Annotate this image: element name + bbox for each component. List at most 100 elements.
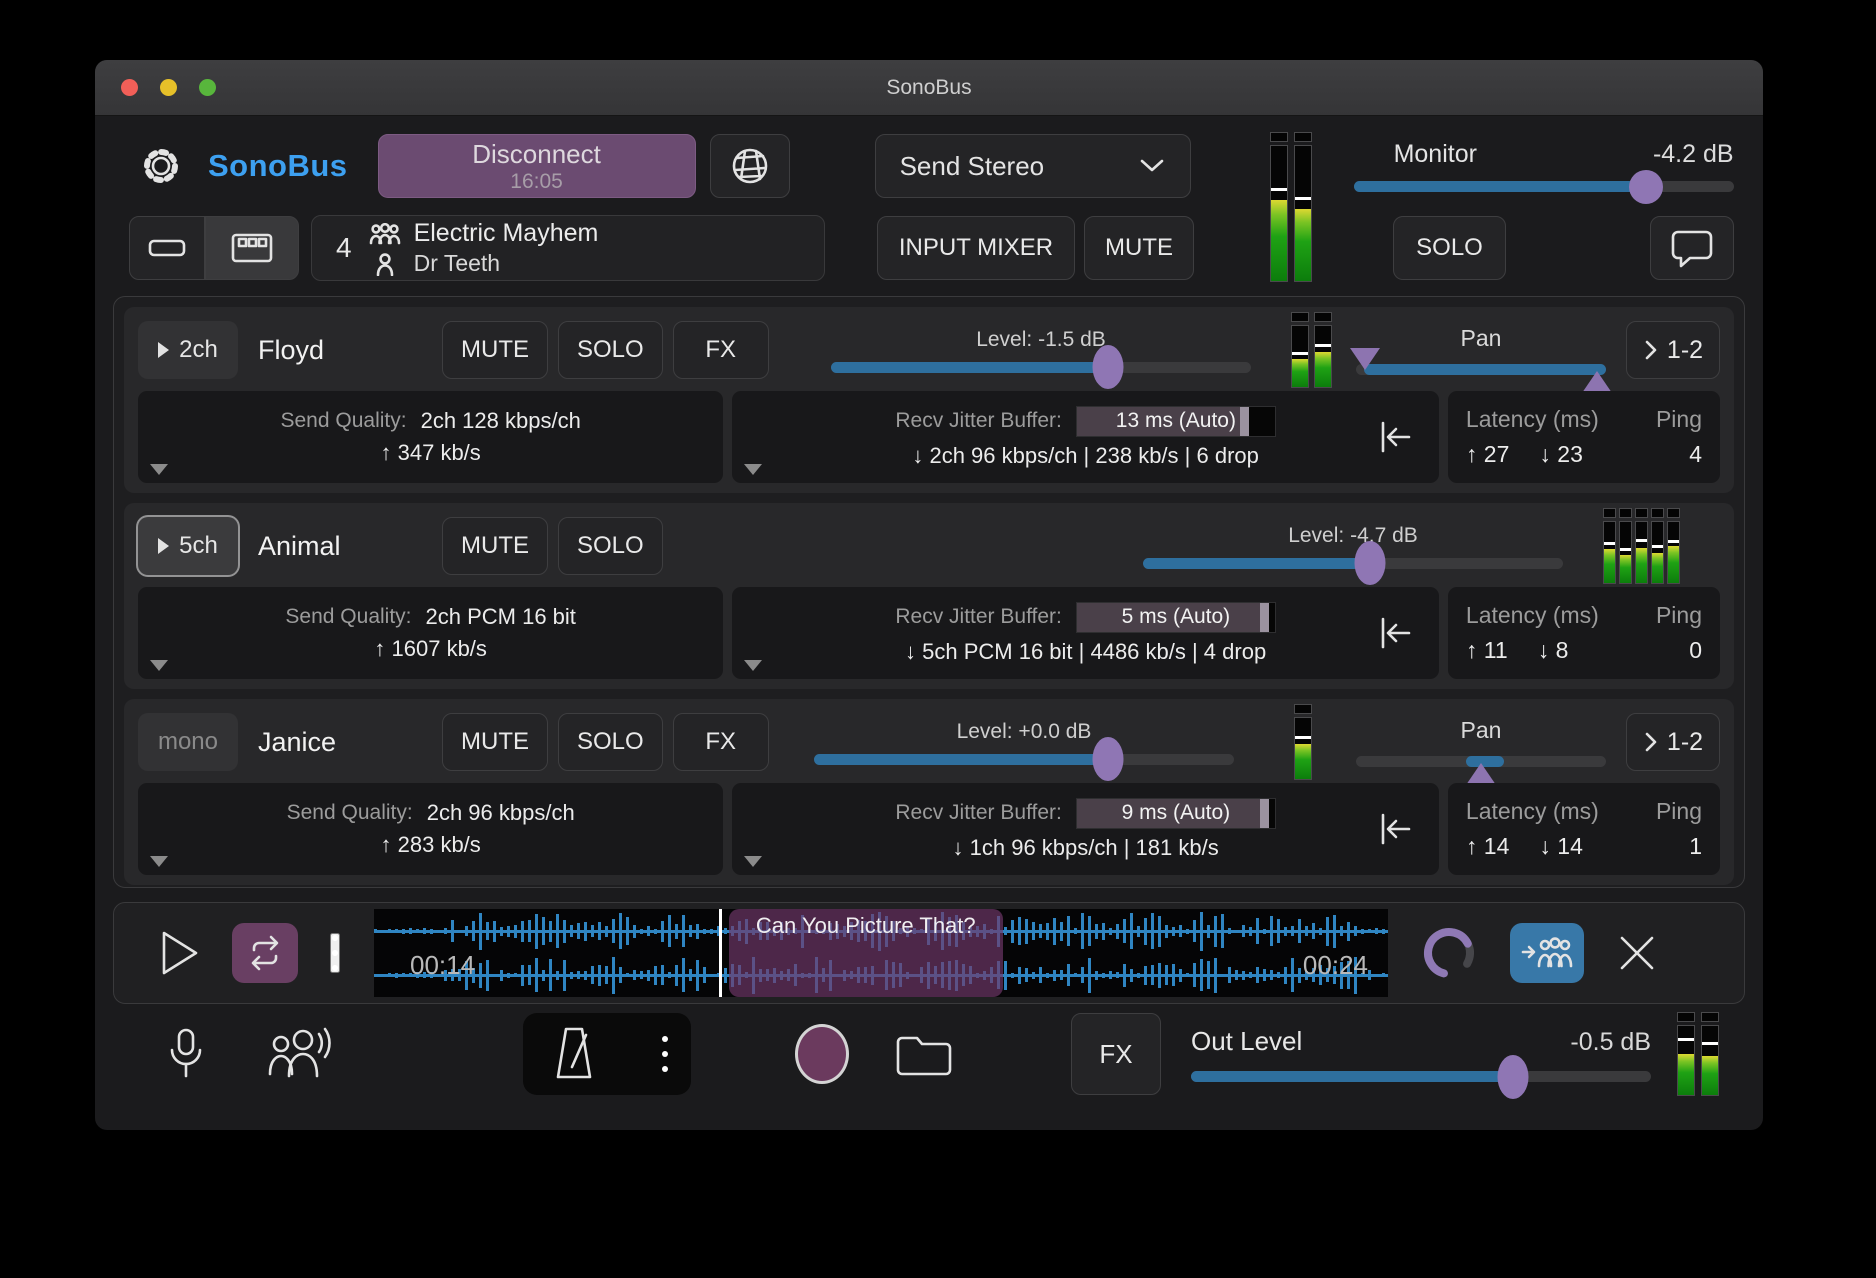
destination-channel-button[interactable]: 1-2: [1626, 713, 1720, 771]
mic-input-button[interactable]: [165, 1026, 207, 1082]
latency-label: Latency (ms): [1466, 406, 1599, 433]
peer-solo-button[interactable]: SOLO: [558, 321, 663, 379]
connect-globe-button[interactable]: [710, 134, 790, 198]
peer-level-slider[interactable]: [831, 362, 1251, 373]
pan-slider[interactable]: [1356, 756, 1606, 767]
titlebar: SonoBus: [95, 60, 1763, 116]
channel-mono-label[interactable]: mono: [138, 713, 238, 771]
expand-caret-icon[interactable]: [744, 856, 762, 867]
monitor-section: Monitor -4.2 dB: [1354, 140, 1734, 192]
channel-expand-button[interactable]: 5ch: [138, 517, 238, 575]
ping-label: Ping: [1656, 602, 1702, 629]
ping-value: 4: [1689, 441, 1702, 468]
destination-channel-button[interactable]: 1-2: [1626, 321, 1720, 379]
jitter-reset-button[interactable]: [1375, 417, 1415, 457]
person-icon: [368, 252, 402, 276]
chat-button[interactable]: [1650, 216, 1734, 280]
expand-caret-icon[interactable]: [744, 660, 762, 671]
expand-caret-icon[interactable]: [150, 856, 168, 867]
peer-row-animal: 5ch Animal MUTE SOLO Level: -4.7 dB: [124, 503, 1734, 689]
channel-expand-button[interactable]: 2ch: [138, 321, 238, 379]
jitter-buffer-bar[interactable]: 5 ms (Auto): [1076, 602, 1276, 633]
group-audio-button[interactable]: [265, 1026, 335, 1082]
jitter-reset-button[interactable]: [1375, 809, 1415, 849]
peer-mute-button[interactable]: MUTE: [442, 517, 548, 575]
open-file-button[interactable]: [893, 1029, 955, 1079]
output-fx-button[interactable]: FX: [1071, 1013, 1161, 1095]
recv-info: ↓ 1ch 96 kbps/ch | 181 kb/s: [953, 835, 1219, 861]
mixer-view-button[interactable]: [205, 216, 299, 280]
send-quality-box[interactable]: Send Quality: 2ch PCM 16 bit ↑ 1607 kb/s: [138, 587, 723, 679]
recv-jitter-box[interactable]: Recv Jitter Buffer: 5 ms (Auto) ↓ 5ch PC…: [732, 587, 1439, 679]
expand-caret-icon[interactable]: [150, 464, 168, 475]
recv-jitter-box[interactable]: Recv Jitter Buffer: 9 ms (Auto) ↓ 1ch 96…: [732, 783, 1439, 875]
file-gain-dial[interactable]: [1420, 924, 1478, 982]
level-meter: [1270, 132, 1288, 282]
group-info-box[interactable]: 4 Electric Mayhem Dr Teeth: [311, 215, 825, 281]
jitter-reset-button[interactable]: [1375, 613, 1415, 653]
send-file-to-group-button[interactable]: [1510, 923, 1584, 983]
destination-label: 1-2: [1667, 728, 1703, 757]
metronome-menu-icon[interactable]: [662, 1036, 668, 1072]
peer-level-slider[interactable]: [814, 754, 1234, 765]
settings-gear-icon[interactable]: [140, 145, 182, 187]
jitter-buffer-bar[interactable]: 9 ms (Auto): [1076, 798, 1276, 829]
peer-level-knob[interactable]: [1093, 345, 1124, 389]
expand-caret-icon[interactable]: [150, 660, 168, 671]
recv-jitter-box[interactable]: Recv Jitter Buffer: 13 ms (Auto) ↓ 2ch 9…: [732, 391, 1439, 483]
play-button[interactable]: [154, 926, 204, 980]
send-quality-box[interactable]: Send Quality: 2ch 96 kbps/ch ↑ 283 kb/s: [138, 783, 723, 875]
peer-level-slider[interactable]: [1143, 558, 1563, 569]
loop-button[interactable]: [232, 923, 298, 983]
close-player-button[interactable]: [1614, 930, 1660, 976]
monitor-level-slider[interactable]: [1354, 181, 1734, 192]
latency-box: Latency (ms)Ping ↑ 14↓ 14 1: [1448, 783, 1720, 875]
loop-selection[interactable]: Can You Picture That?: [729, 909, 1003, 997]
peer-mute-button[interactable]: MUTE: [442, 321, 548, 379]
peer-solo-button[interactable]: SOLO: [558, 517, 663, 575]
metronome-cluster[interactable]: [523, 1013, 691, 1095]
pan-marker[interactable]: [1466, 763, 1496, 785]
jitter-value: 9 ms (Auto): [1077, 799, 1275, 828]
monitor-solo-button[interactable]: SOLO: [1393, 216, 1506, 280]
input-mute-button[interactable]: MUTE: [1084, 216, 1194, 280]
output-meters: [1677, 1012, 1719, 1096]
out-level-slider[interactable]: [1191, 1071, 1651, 1082]
send-quality-box[interactable]: Send Quality: 2ch 128 kbps/ch ↑ 347 kb/s: [138, 391, 723, 483]
monitor-slider-knob[interactable]: [1629, 170, 1663, 204]
peer-mute-button[interactable]: MUTE: [442, 713, 548, 771]
jitter-buffer-bar[interactable]: 13 ms (Auto): [1076, 406, 1276, 437]
expand-caret-icon[interactable]: [744, 464, 762, 475]
out-level-knob[interactable]: [1498, 1055, 1529, 1099]
peer-level-knob[interactable]: [1354, 541, 1385, 585]
peer-meters: [1294, 704, 1312, 780]
send-quality-value: 2ch PCM 16 bit: [426, 604, 576, 630]
peer-list: 2ch Floyd MUTE SOLO FX Level: -1.5 dB: [113, 296, 1745, 888]
peer-level-value: Level: -4.7 dB: [1288, 524, 1418, 548]
peer-solo-button[interactable]: SOLO: [558, 713, 663, 771]
peer-fx-button[interactable]: FX: [673, 713, 769, 771]
pan-right-marker[interactable]: [1582, 371, 1612, 393]
record-button[interactable]: [795, 1024, 849, 1084]
peer-level-knob[interactable]: [1093, 737, 1124, 781]
player-menu-button[interactable]: [330, 933, 340, 973]
level-meter: [1294, 704, 1312, 780]
playhead-cursor[interactable]: [719, 909, 722, 997]
waveform[interactable]: Can You Picture That? 00:14 00:24: [374, 909, 1388, 997]
window-title: SonoBus: [95, 76, 1763, 100]
pan-left-marker[interactable]: [1350, 348, 1380, 370]
pan-slider[interactable]: [1356, 364, 1606, 375]
group-icon: [368, 223, 402, 245]
peer-name: Janice: [258, 727, 418, 758]
input-mixer-button[interactable]: INPUT MIXER: [877, 216, 1075, 280]
disconnect-button[interactable]: Disconnect 16:05: [378, 134, 696, 198]
peer-fx-button[interactable]: FX: [673, 321, 769, 379]
sonobus-window: SonoBus SonoBus Disconnect 16:05 Send St…: [95, 60, 1763, 1130]
track-title: Can You Picture That?: [729, 913, 1003, 939]
send-rate: ↑ 347 kb/s: [381, 440, 481, 466]
send-mode-dropdown[interactable]: Send Stereo: [875, 134, 1191, 198]
send-rate: ↑ 1607 kb/s: [374, 636, 487, 662]
header: SonoBus Disconnect 16:05 Send Stereo Mon…: [95, 116, 1763, 280]
metronome-icon: [546, 1023, 602, 1085]
minimal-view-button[interactable]: [129, 216, 205, 280]
